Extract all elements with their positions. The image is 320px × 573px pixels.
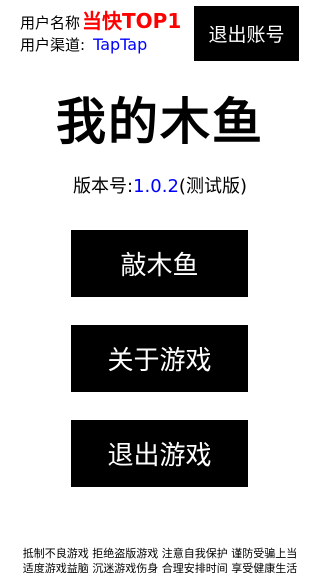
- version-number: 1.0.2: [133, 176, 179, 197]
- user-channel-value: TapTap: [93, 35, 148, 54]
- user-name-row: 用户名称 当快TOP1: [20, 10, 200, 34]
- version-info: 版本号:1.0.2(测试版): [0, 172, 320, 198]
- user-name-value: 当快TOP1: [82, 9, 182, 33]
- health-notice: 抵制不良游戏 拒绝盗版游戏 注意自我保护 谨防受骗上当 适度游戏益脑 沉迷游戏伤…: [0, 546, 320, 573]
- health-notice-line-2: 适度游戏益脑 沉迷游戏伤身 合理安排时间 享受健康生活: [22, 562, 298, 573]
- logout-button[interactable]: 退出账号: [194, 6, 299, 61]
- user-channel-row: 用户渠道: TapTap: [20, 34, 200, 56]
- user-channel-label: 用户渠道:: [20, 36, 86, 54]
- user-name-label: 用户名称: [20, 14, 81, 32]
- health-notice-line-1: 抵制不良游戏 拒绝盗版游戏 注意自我保护 谨防受骗上当: [22, 547, 298, 560]
- knock-muyu-button[interactable]: 敲木鱼: [71, 230, 248, 297]
- version-suffix: (测试版): [178, 176, 247, 197]
- exit-game-button[interactable]: 退出游戏: [71, 420, 248, 487]
- about-game-button[interactable]: 关于游戏: [71, 325, 248, 392]
- version-prefix: 版本号:: [73, 176, 134, 197]
- app-title: 我的木鱼: [56, 93, 264, 151]
- user-info: 用户名称 当快TOP1 用户渠道: TapTap: [20, 10, 200, 56]
